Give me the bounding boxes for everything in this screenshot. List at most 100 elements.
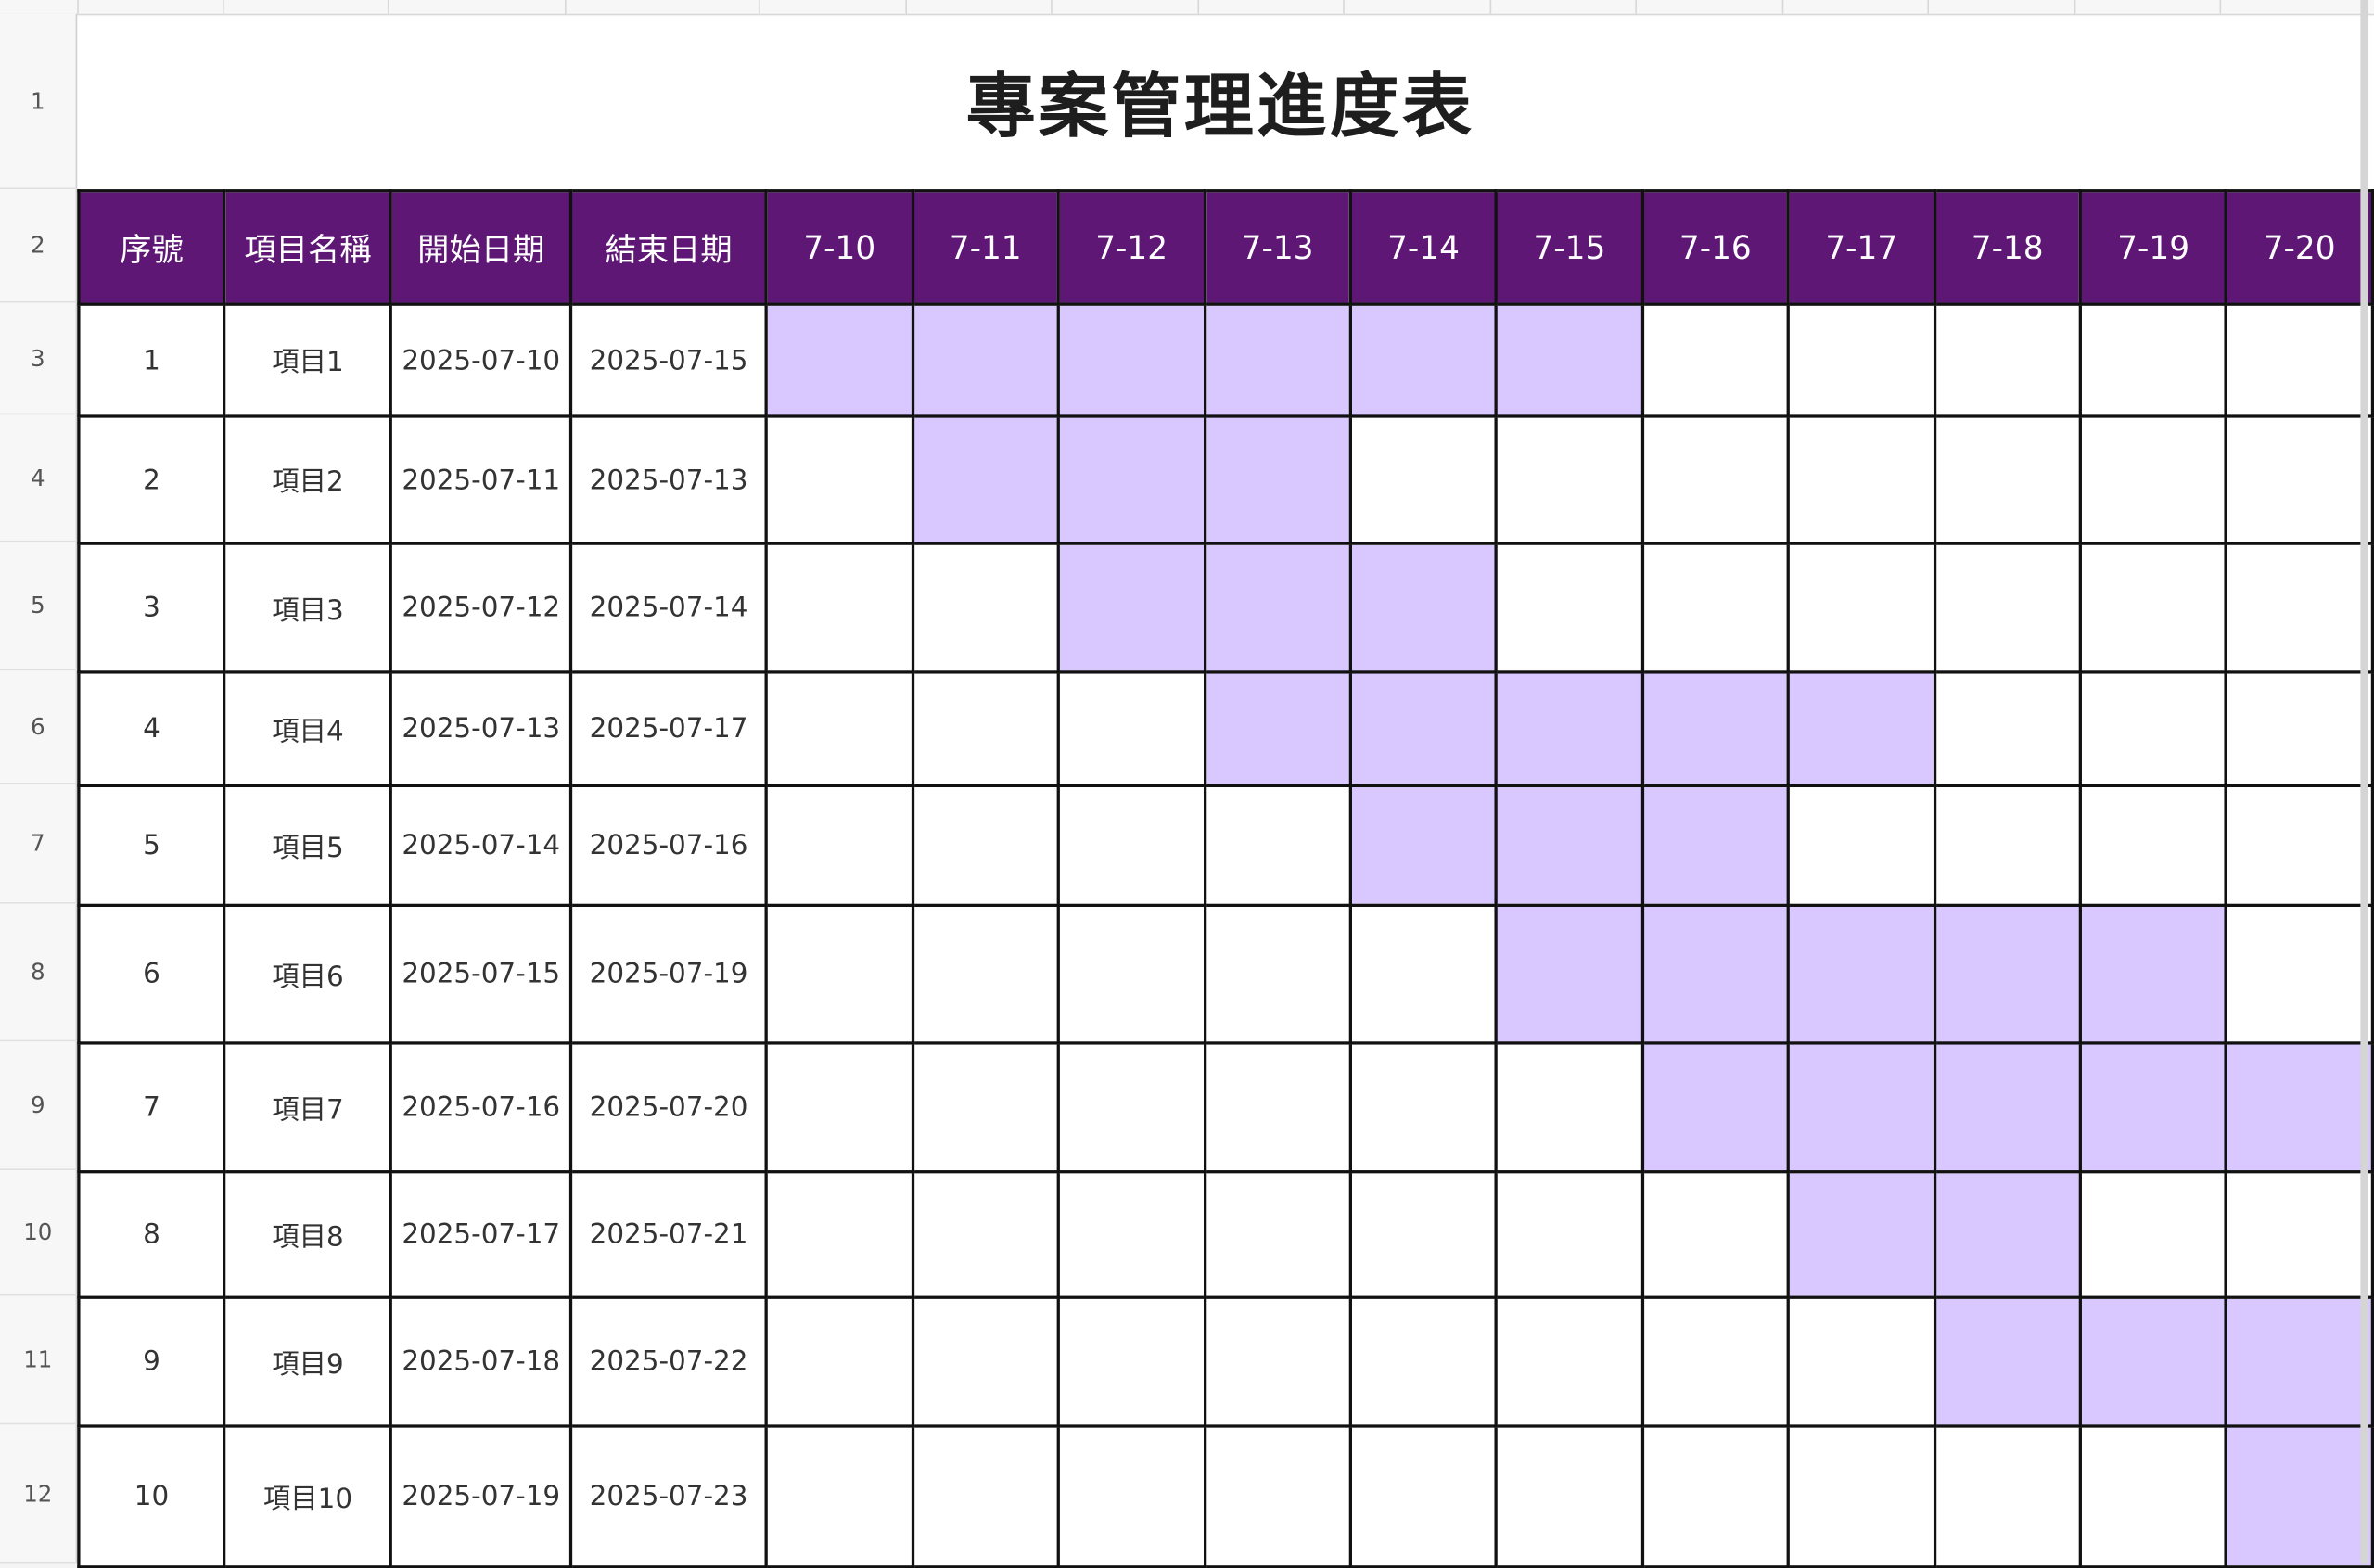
gantt-empty-cell[interactable] [1056,1170,1206,1299]
gantt-bar-cell[interactable] [911,302,1061,418]
row-number-2[interactable]: 2 [0,189,78,303]
gantt-empty-cell[interactable] [1203,1170,1352,1299]
task-seq-cell[interactable]: 6 [77,903,226,1045]
row-number-11[interactable]: 11 [0,1295,78,1425]
task-name-cell[interactable]: 項目4 [223,670,393,788]
header-date-7-19[interactable]: 7-19 [2078,189,2228,306]
gantt-empty-cell[interactable] [764,414,914,545]
task-name-cell[interactable]: 項目2 [223,414,393,545]
gantt-empty-cell[interactable] [1640,1424,1791,1568]
header-date-7-13[interactable]: 7-13 [1203,189,1352,306]
gantt-empty-cell[interactable] [911,1170,1061,1299]
gantt-empty-cell[interactable] [911,903,1061,1045]
task-seq-cell[interactable]: 5 [77,784,226,907]
task-name-cell[interactable]: 項目1 [223,302,393,418]
gantt-empty-cell[interactable] [1640,1170,1791,1299]
task-end-cell[interactable]: 2025-07-14 [568,542,769,674]
gantt-empty-cell[interactable] [911,1041,1061,1174]
gantt-empty-cell[interactable] [1203,784,1352,907]
header-date-7-12[interactable]: 7-12 [1056,189,1206,306]
task-seq-cell[interactable]: 2 [77,414,226,545]
gantt-bar-cell[interactable] [1933,1041,2083,1174]
gantt-empty-cell[interactable] [911,542,1061,674]
task-name-cell[interactable]: 項目10 [223,1424,393,1568]
row-number-3[interactable]: 3 [0,302,78,415]
gantt-bar-cell[interactable] [1933,903,2083,1045]
gantt-empty-cell[interactable] [1495,1041,1644,1174]
header-date-7-14[interactable]: 7-14 [1348,189,1499,306]
gantt-empty-cell[interactable] [1640,542,1791,674]
gantt-empty-cell[interactable] [1348,1041,1499,1174]
gantt-empty-cell[interactable] [2078,302,2228,418]
task-start-cell[interactable]: 2025-07-14 [389,784,573,907]
gantt-empty-cell[interactable] [1786,1424,1936,1568]
gantt-empty-cell[interactable] [1495,1295,1644,1428]
gantt-empty-cell[interactable] [2225,784,2374,907]
gantt-bar-cell[interactable] [1495,784,1644,907]
gantt-empty-cell[interactable] [1056,903,1206,1045]
gantt-empty-cell[interactable] [764,670,914,788]
gantt-empty-cell[interactable] [1933,670,2083,788]
gantt-empty-cell[interactable] [2078,670,2228,788]
gantt-empty-cell[interactable] [764,1295,914,1428]
gantt-empty-cell[interactable] [764,784,914,907]
task-seq-cell[interactable]: 9 [77,1295,226,1428]
gantt-empty-cell[interactable] [2225,1170,2374,1299]
row-number-6[interactable]: 6 [0,670,78,784]
task-start-cell[interactable]: 2025-07-17 [389,1170,573,1299]
gantt-bar-cell[interactable] [1495,903,1644,1045]
gantt-bar-cell[interactable] [1933,1295,2083,1428]
header-date-7-10[interactable]: 7-10 [764,189,914,306]
task-seq-cell[interactable]: 8 [77,1170,226,1299]
gantt-empty-cell[interactable] [911,1424,1061,1568]
header-date-7-15[interactable]: 7-15 [1495,189,1644,306]
gantt-empty-cell[interactable] [1056,1041,1206,1174]
row-number-12[interactable]: 12 [0,1424,78,1564]
task-seq-cell[interactable]: 10 [77,1424,226,1568]
header-name[interactable]: 項目名稱 [223,189,393,306]
task-end-cell[interactable]: 2025-07-16 [568,784,769,907]
gantt-empty-cell[interactable] [1933,1424,2083,1568]
gantt-bar-cell[interactable] [2078,903,2228,1045]
task-name-cell[interactable]: 項目9 [223,1295,393,1428]
gantt-empty-cell[interactable] [1348,1170,1499,1299]
task-end-cell[interactable]: 2025-07-20 [568,1041,769,1174]
gantt-empty-cell[interactable] [1495,414,1644,545]
gantt-bar-cell[interactable] [1056,302,1206,418]
gantt-empty-cell[interactable] [1933,414,2083,545]
header-start-date[interactable]: 開始日期 [389,189,573,306]
gantt-empty-cell[interactable] [1786,784,1936,907]
gantt-empty-cell[interactable] [1348,903,1499,1045]
task-seq-cell[interactable]: 1 [77,302,226,418]
gantt-empty-cell[interactable] [1933,302,2083,418]
task-end-cell[interactable]: 2025-07-22 [568,1295,769,1428]
sheet-title[interactable]: 專案管理進度表 [77,14,2363,189]
gantt-empty-cell[interactable] [1495,1170,1644,1299]
task-name-cell[interactable]: 項目6 [223,903,393,1045]
gantt-empty-cell[interactable] [2078,784,2228,907]
gantt-empty-cell[interactable] [1056,670,1206,788]
gantt-bar-cell[interactable] [1348,670,1499,788]
task-name-cell[interactable]: 項目8 [223,1170,393,1299]
gantt-empty-cell[interactable] [1640,414,1791,545]
task-start-cell[interactable]: 2025-07-11 [389,414,573,545]
task-start-cell[interactable]: 2025-07-19 [389,1424,573,1568]
header-date-7-17[interactable]: 7-17 [1786,189,1936,306]
task-start-cell[interactable]: 2025-07-10 [389,302,573,418]
row-number-5[interactable]: 5 [0,542,78,671]
gantt-bar-cell[interactable] [2225,1041,2374,1174]
gantt-empty-cell[interactable] [2078,1424,2228,1568]
task-seq-cell[interactable]: 3 [77,542,226,674]
gantt-empty-cell[interactable] [2225,302,2374,418]
gantt-bar-cell[interactable] [1640,903,1791,1045]
gantt-empty-cell[interactable] [1786,1295,1936,1428]
header-date-7-11[interactable]: 7-11 [911,189,1061,306]
gantt-empty-cell[interactable] [1348,414,1499,545]
gantt-empty-cell[interactable] [911,784,1061,907]
header-date-7-18[interactable]: 7-18 [1933,189,2083,306]
gantt-empty-cell[interactable] [1203,1295,1352,1428]
gantt-empty-cell[interactable] [2225,542,2374,674]
gantt-bar-cell[interactable] [1786,1041,1936,1174]
gantt-empty-cell[interactable] [764,542,914,674]
gantt-empty-cell[interactable] [1786,414,1936,545]
